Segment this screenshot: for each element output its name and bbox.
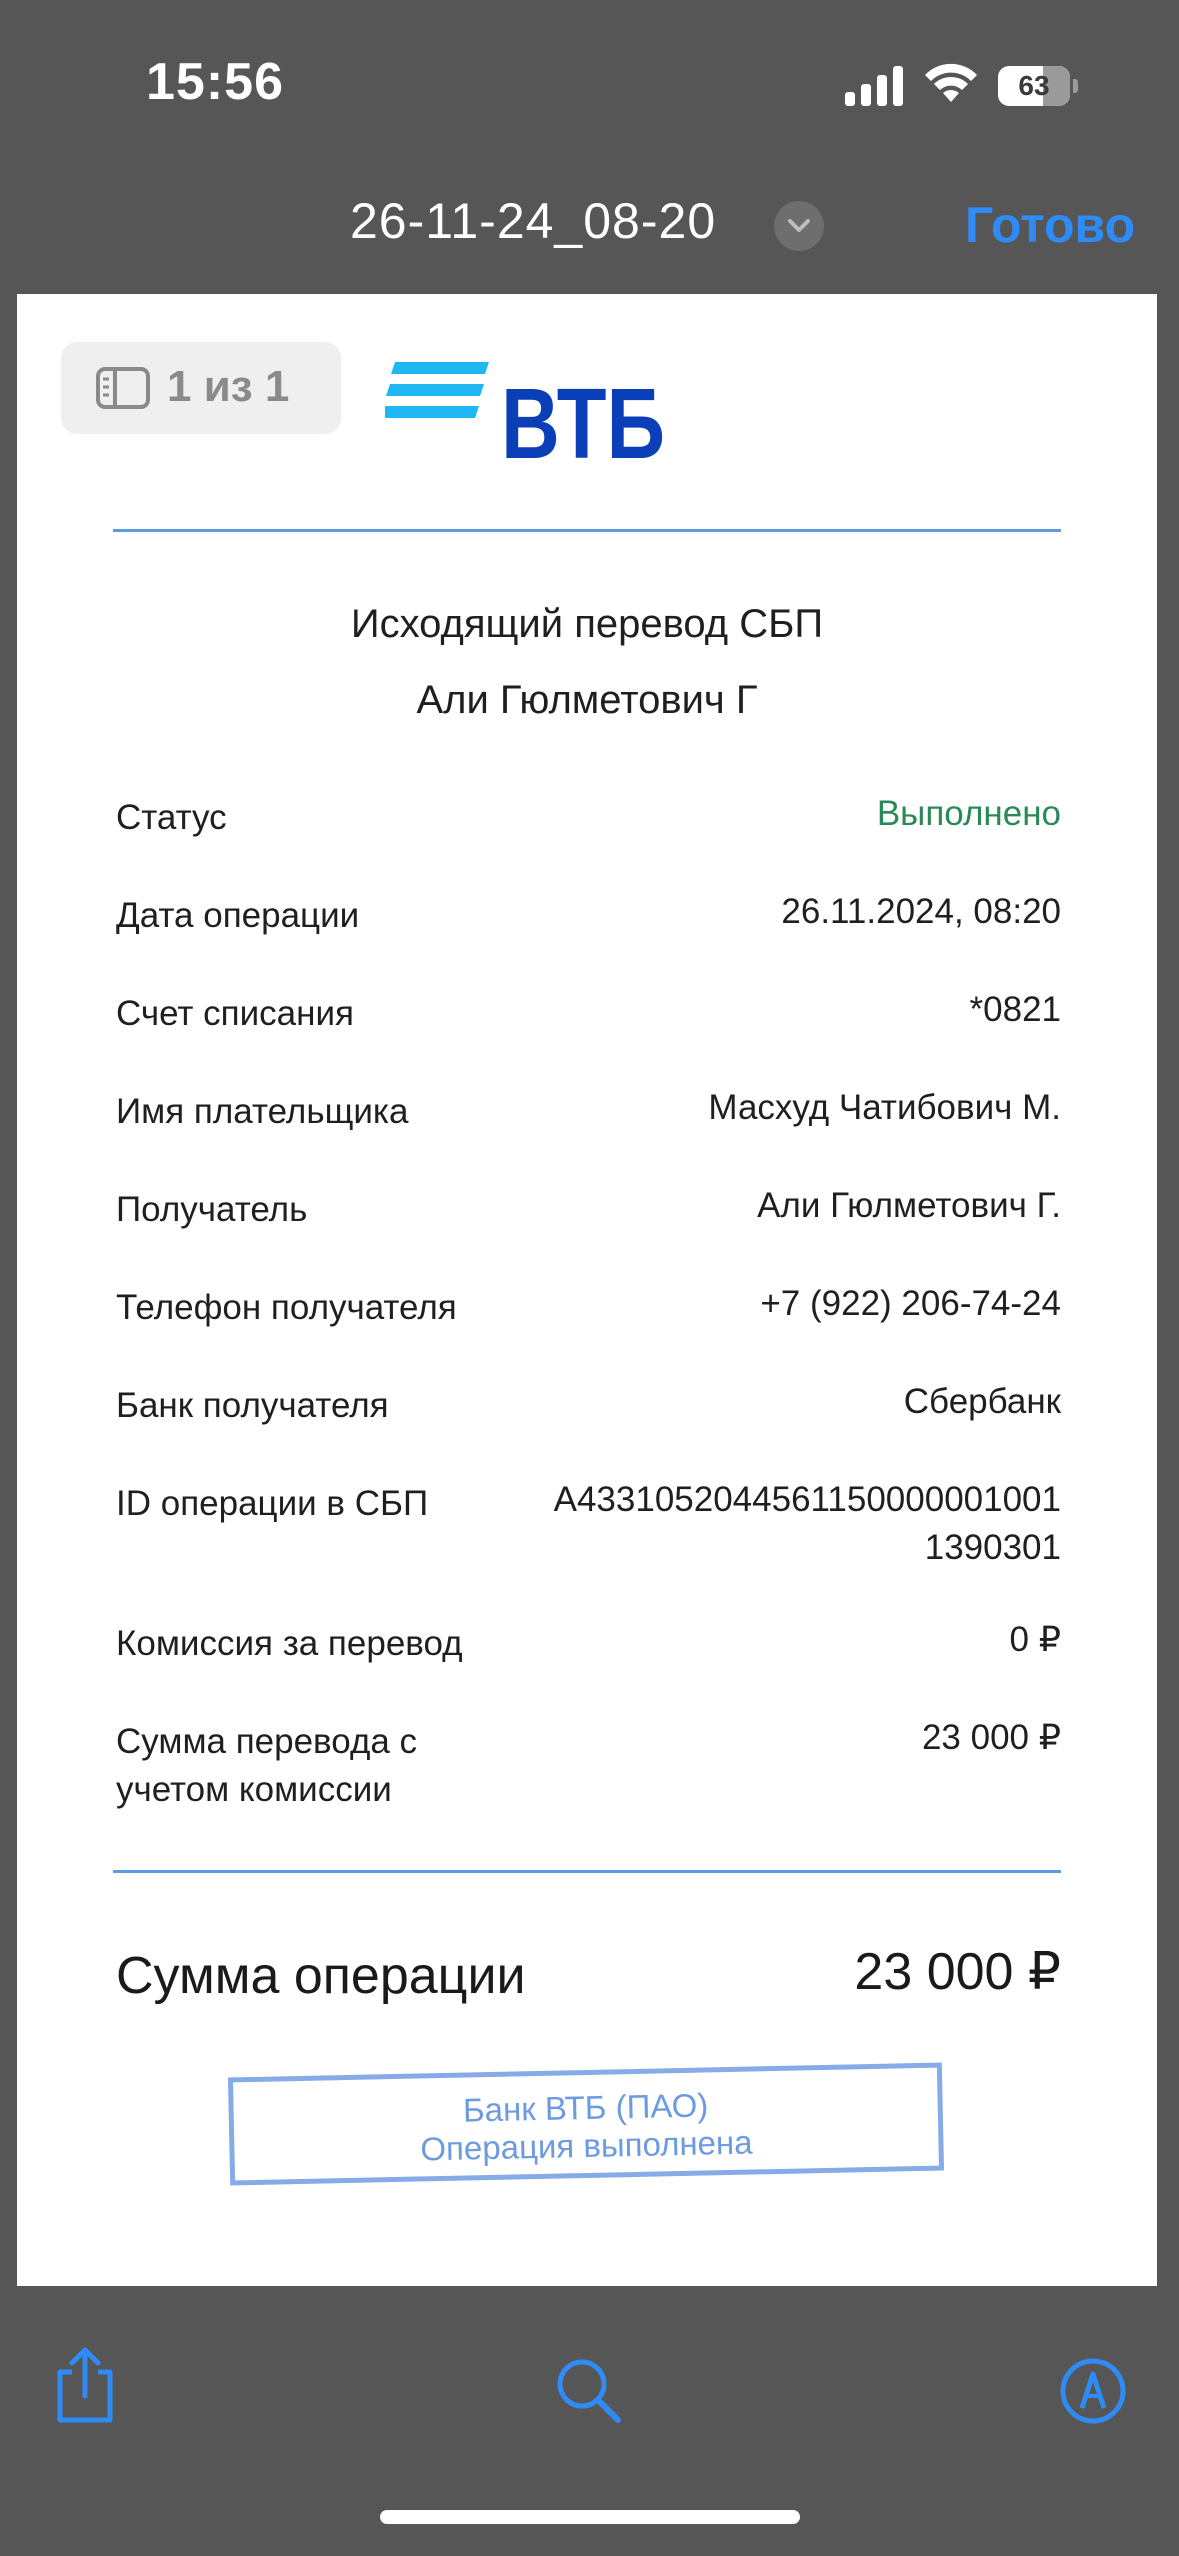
search-icon[interactable]	[554, 2356, 624, 2426]
sidebar-icon	[96, 367, 150, 409]
total-amount-value: 23 000 ₽	[854, 1943, 1061, 2001]
fee-value: 0 ₽	[1009, 1620, 1061, 1659]
document-page[interactable]: 1 из 1 ВТБ Исходящий перевод СБП Али Гюл…	[17, 294, 1157, 2286]
document-title[interactable]: 26-11-24_08-20	[350, 192, 716, 250]
sbp-id-label: ID операции в СБП	[116, 1484, 429, 1523]
status-time: 15:56	[146, 53, 284, 111]
done-button[interactable]: Готово	[965, 196, 1135, 254]
sbp-id-value-line1: A4331052044561150000001001	[553, 1480, 1061, 1519]
page-counter[interactable]: 1 из 1	[61, 342, 341, 434]
recipient-value: Али Гюлметович Г.	[757, 1186, 1061, 1225]
status-label: Статус	[116, 798, 227, 837]
total-amount-label: Сумма операции	[116, 1947, 526, 2005]
divider	[113, 529, 1061, 532]
recipient-phone-label: Телефон получателя	[116, 1288, 457, 1327]
wifi-icon	[925, 63, 977, 102]
page-counter-label: 1 из 1	[167, 362, 290, 411]
amount-with-fee-value: 23 000 ₽	[921, 1718, 1061, 1757]
markup-icon[interactable]	[1058, 2356, 1128, 2426]
debit-account-value: *0821	[969, 990, 1061, 1029]
recipient-bank-value: Сбербанк	[903, 1382, 1061, 1421]
operation-date-value: 26.11.2024, 08:20	[781, 892, 1061, 931]
amount-with-fee-label-line1: Сумма перевода с	[116, 1722, 418, 1761]
recipient-heading: Али Гюлметович Г	[416, 678, 758, 722]
home-indicator[interactable]	[380, 2510, 800, 2524]
vtb-logo: ВТБ	[385, 362, 665, 466]
recipient-bank-label: Банк получателя	[116, 1386, 389, 1425]
debit-account-label: Счет списания	[116, 994, 354, 1033]
recipient-label: Получатель	[116, 1190, 308, 1229]
cellular-signal-icon	[845, 66, 903, 106]
share-icon[interactable]	[54, 2346, 116, 2426]
battery-indicator: 63	[998, 66, 1080, 106]
payer-name-label: Имя плательщика	[116, 1092, 409, 1131]
sbp-id-value-line2: 1390301	[924, 1528, 1061, 1567]
battery-level: 63	[1018, 70, 1050, 101]
chevron-down-icon[interactable]	[774, 201, 824, 251]
receipt-title: Исходящий перевод СБП	[350, 602, 824, 646]
bank-stamp: Банк ВТБ (ПАО) Операция выполнена	[227, 2062, 945, 2186]
divider	[113, 1870, 1061, 1873]
amount-with-fee-label-line2: учетом комиссии	[116, 1770, 392, 1809]
recipient-phone-value: +7 (922) 206-74-24	[760, 1284, 1061, 1323]
fee-label: Комиссия за перевод	[116, 1624, 463, 1663]
payer-name-value: Масхуд Чатибович М.	[708, 1088, 1061, 1127]
svg-text:ВТБ: ВТБ	[501, 368, 665, 466]
status-value: Выполнено	[876, 794, 1061, 833]
operation-date-label: Дата операции	[116, 896, 360, 935]
